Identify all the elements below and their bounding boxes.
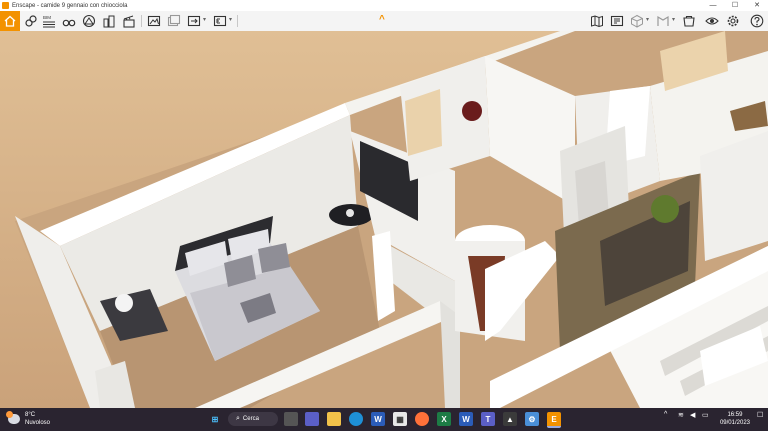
exe-export-button[interactable] (211, 12, 229, 30)
clapperboard-icon (123, 15, 135, 28)
visibility-icon (705, 17, 719, 25)
clock-time: 16:59 (727, 412, 743, 418)
export-icon (187, 15, 201, 27)
cube-icon (631, 14, 643, 28)
decor (346, 209, 354, 217)
export-dropdown-caret[interactable]: ▾ (203, 16, 206, 23)
screenshot-icon (147, 15, 161, 27)
exe-export-icon (213, 15, 227, 27)
enscape-toolbar: BIM ▾ ▾ ^ ▾ ▾ (0, 11, 768, 32)
search-icon: ⌕ (236, 415, 240, 422)
link-button[interactable] (22, 12, 40, 30)
binoculars-icon (62, 19, 76, 27)
close-button[interactable]: ✕ (746, 0, 768, 11)
buildings-icon (103, 15, 115, 28)
window-title: Enscape - camide 9 gennaio con chiocciol… (12, 2, 128, 9)
weather-description: Nuvoloso (25, 420, 51, 426)
cloudy-weather-icon (6, 411, 20, 424)
weather-temperature: 8°C (25, 412, 36, 418)
render-viewport[interactable] (0, 31, 768, 408)
bim-icon: BIM (43, 15, 55, 28)
terrain-icon (82, 14, 96, 28)
cube-dropdown-caret[interactable]: ▾ (646, 16, 649, 23)
enscape-taskbar-icon[interactable]: E (547, 412, 561, 428)
toolbar-separator (237, 15, 238, 27)
home-icon (4, 15, 16, 27)
teams-chat-icon[interactable] (305, 412, 319, 426)
settings-button[interactable] (724, 12, 742, 30)
battery-icon[interactable]: ▭ (702, 411, 709, 419)
architectural-render (0, 31, 768, 408)
map-button[interactable] (588, 12, 606, 30)
material-button[interactable] (654, 12, 672, 30)
notification-icon[interactable]: ☐ (757, 411, 763, 419)
maximize-button[interactable]: ☐ (724, 0, 746, 11)
file-explorer-icon[interactable] (327, 412, 341, 426)
link-icon (25, 15, 37, 27)
clapperboard-button[interactable] (120, 12, 138, 30)
asset-library-icon (683, 15, 695, 27)
video-editor-button[interactable] (608, 12, 626, 30)
toolbar-separator (141, 15, 142, 27)
wifi-icon[interactable]: ≋ (678, 411, 684, 419)
enscape-logo-icon (2, 2, 9, 9)
collapse-toolbar-icon[interactable]: ^ (379, 15, 385, 25)
export-button[interactable] (185, 12, 203, 30)
map-icon (591, 15, 603, 28)
material-dropdown-caret[interactable]: ▾ (672, 16, 675, 23)
word-icon[interactable]: W (371, 412, 385, 426)
svg-text:BIM: BIM (43, 15, 51, 20)
word-icon[interactable]: W (459, 412, 473, 426)
binoculars-button[interactable] (60, 12, 78, 30)
asset-library-button[interactable] (680, 12, 698, 30)
help-icon (750, 14, 764, 28)
windows-taskbar: 8°C Nuvoloso ⊞ ⌕ Cerca W ▦ X W T ▲ ⚙ E ^… (0, 408, 768, 431)
visibility-button[interactable] (703, 12, 721, 30)
batch-render-button[interactable] (165, 12, 183, 30)
photos-icon[interactable]: ▲ (503, 412, 517, 426)
wall-clock (462, 101, 482, 121)
window-title-bar: Enscape - camide 9 gennaio con chiocciol… (0, 0, 768, 11)
terrain-button[interactable] (80, 12, 98, 30)
windows-start-icon[interactable]: ⊞ (208, 412, 222, 426)
home-button[interactable] (0, 11, 20, 31)
exe-dropdown-caret[interactable]: ▾ (229, 16, 232, 23)
teams-icon[interactable]: T (481, 412, 495, 426)
minimize-button[interactable]: — (702, 0, 724, 11)
store-icon[interactable]: ▦ (393, 412, 407, 426)
plant (651, 195, 679, 223)
volume-icon[interactable]: ◀ (690, 411, 695, 419)
batch-render-icon (167, 14, 181, 27)
taskbar-search[interactable]: ⌕ Cerca (228, 412, 278, 426)
firefox-icon[interactable] (415, 412, 429, 426)
video-icon (610, 15, 624, 27)
material-icon (657, 15, 669, 26)
buildings-button[interactable] (100, 12, 118, 30)
edge-icon[interactable] (349, 412, 363, 426)
search-label: Cerca (242, 416, 259, 422)
chevron-up-icon[interactable]: ^ (664, 411, 667, 418)
lamp (115, 294, 133, 312)
weather-widget[interactable]: 8°C Nuvoloso (6, 411, 51, 427)
cube-button[interactable] (628, 12, 646, 30)
settings-app-icon[interactable]: ⚙ (525, 412, 539, 426)
screenshot-button[interactable] (145, 12, 163, 30)
system-clock[interactable]: 16:59 09/01/2023 (720, 411, 750, 427)
settings-icon (727, 15, 739, 27)
bim-button[interactable]: BIM (40, 12, 58, 30)
excel-icon[interactable]: X (437, 412, 451, 426)
help-button[interactable] (748, 12, 766, 30)
clock-date: 09/01/2023 (719, 420, 750, 426)
task-view-icon[interactable] (284, 412, 298, 426)
